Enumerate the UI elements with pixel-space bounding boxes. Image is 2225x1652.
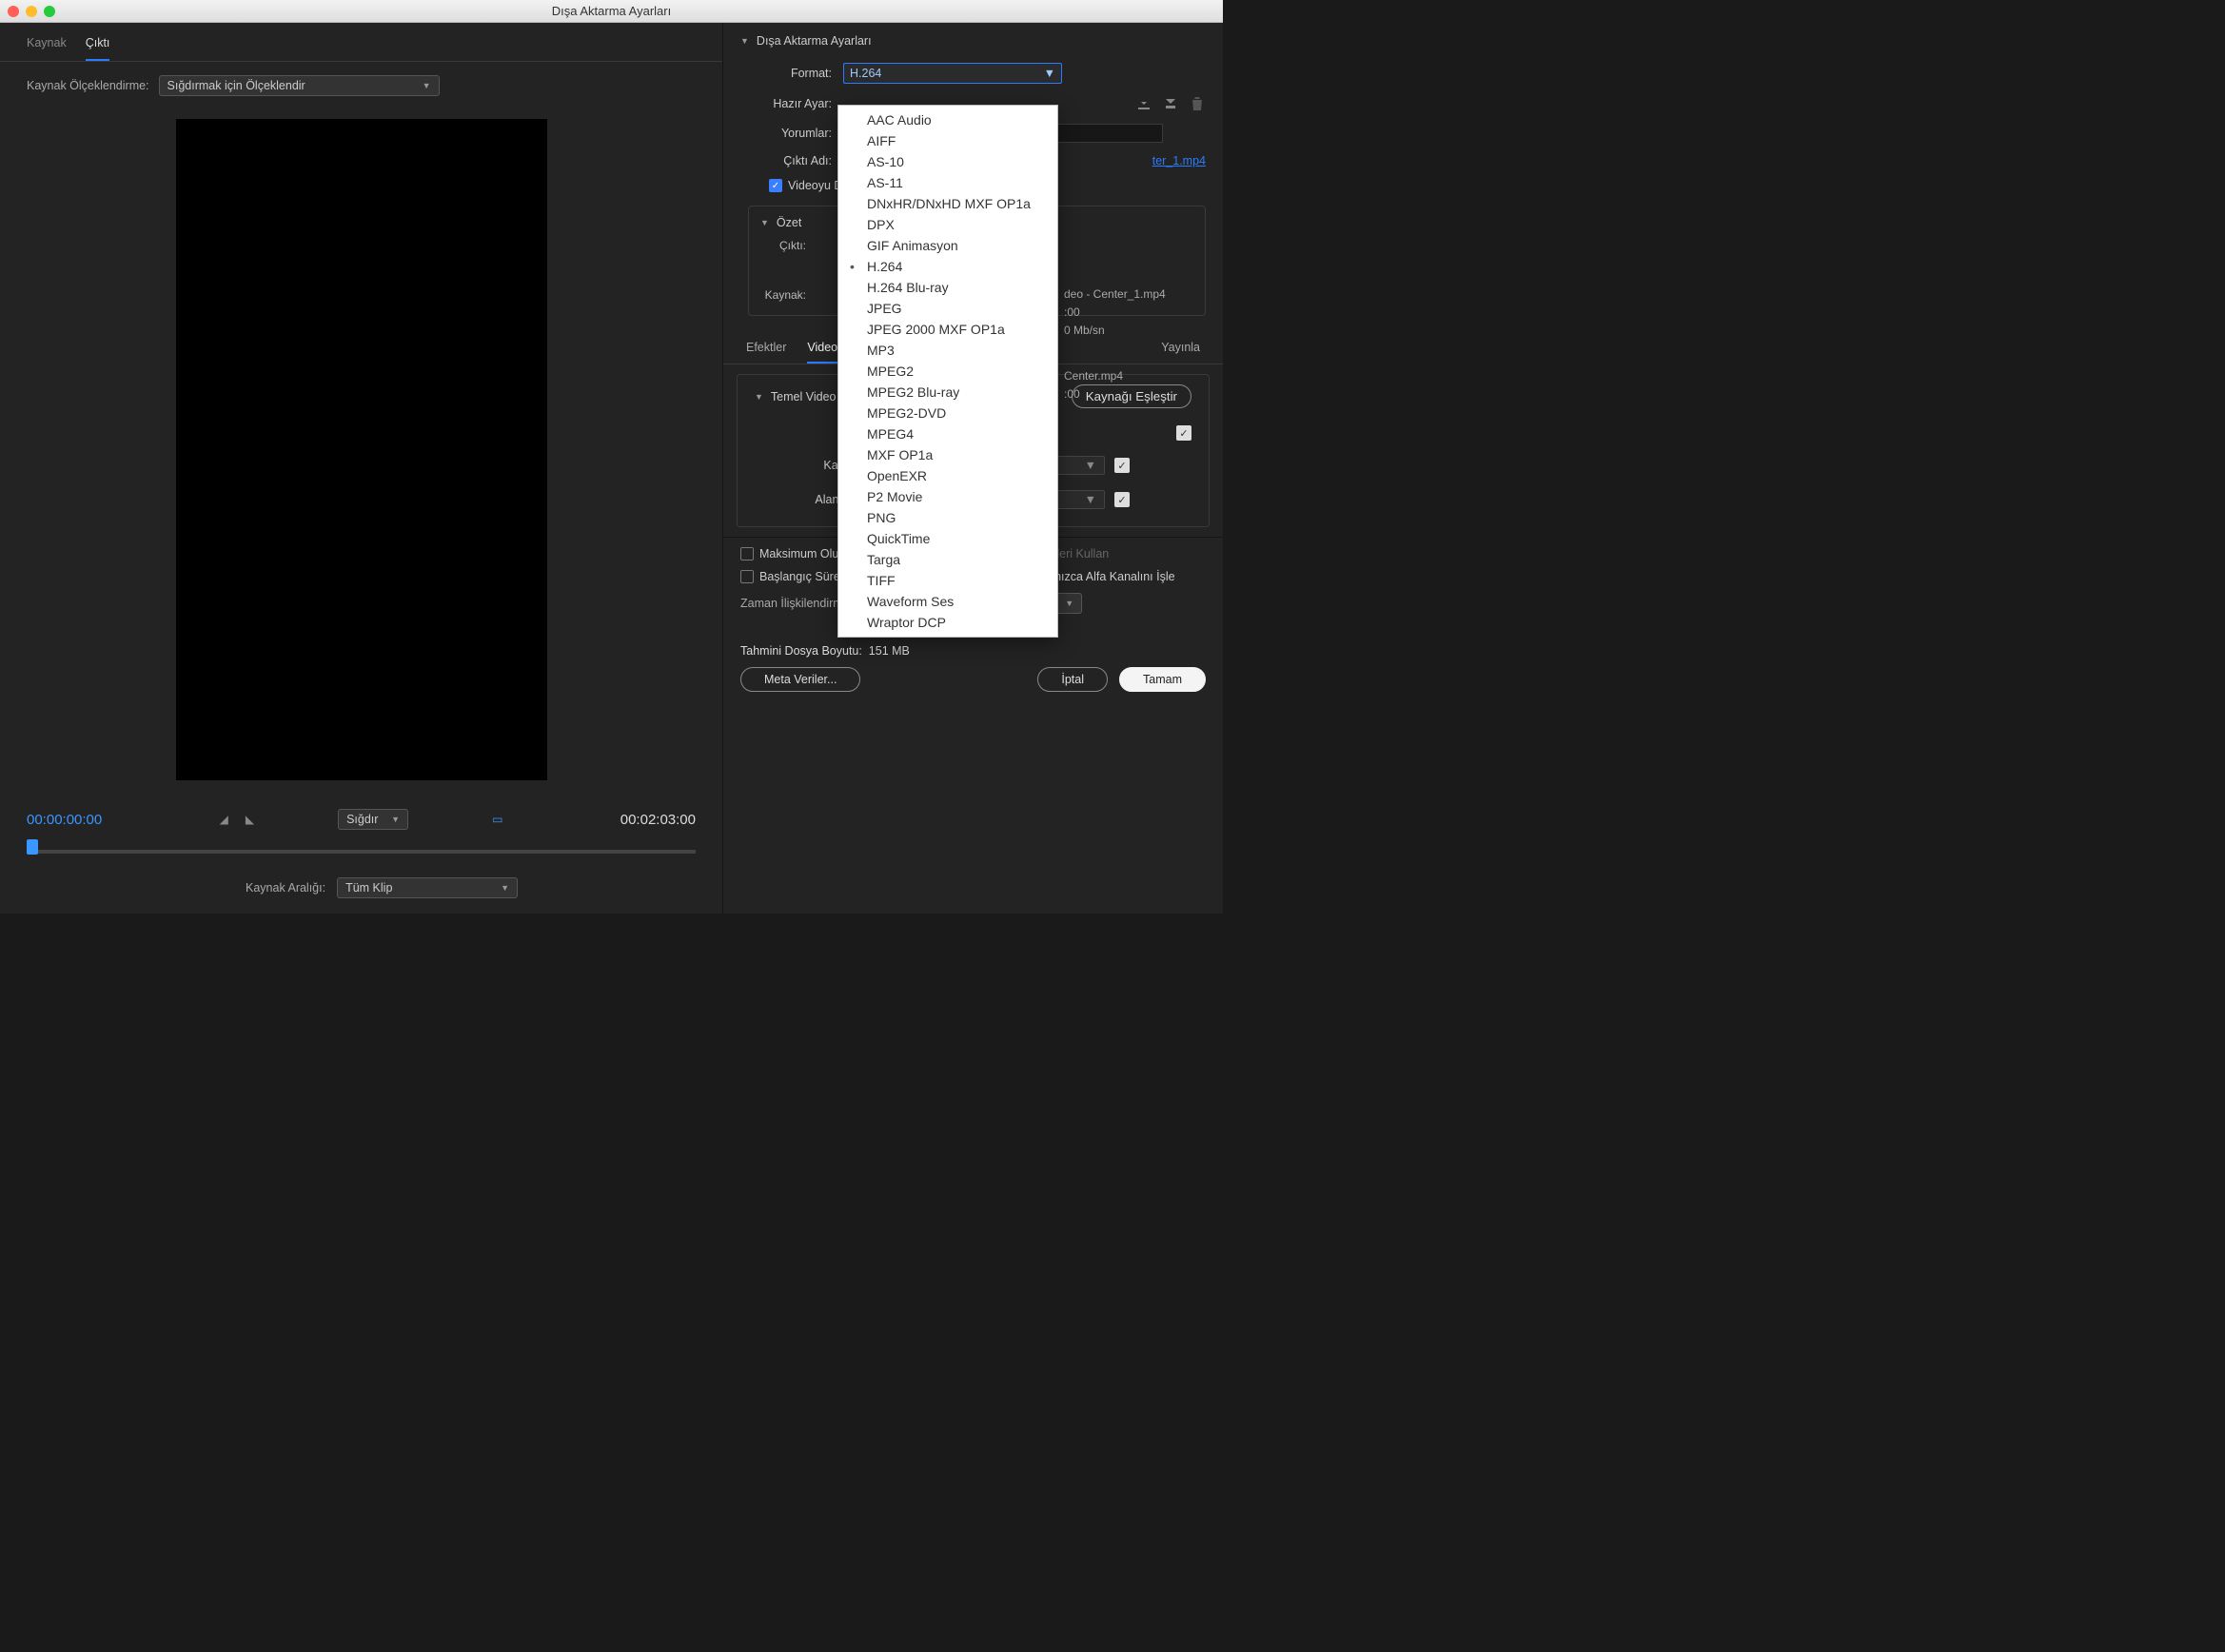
chevron-down-icon: ▼ — [391, 815, 400, 824]
chevron-down-icon: ▼ — [501, 883, 509, 893]
format-option[interactable]: Waveform Ses — [838, 591, 1057, 612]
chevron-down-icon: ▼ — [423, 81, 431, 90]
match-dim-check[interactable]: ✓ — [1176, 425, 1191, 441]
chevron-down-icon: ▼ — [1044, 67, 1055, 80]
aspect-overlay-icon[interactable]: ▭ — [492, 813, 502, 826]
format-option[interactable]: AS-10 — [838, 151, 1057, 172]
format-option[interactable]: MPEG2-DVD — [838, 403, 1057, 423]
metadata-button[interactable]: Meta Veriler... — [740, 667, 860, 692]
output-name-link[interactable]: ter_1.mp4 — [1152, 154, 1206, 167]
tc-out: 00:02:03:00 — [620, 812, 696, 828]
format-option[interactable]: DPX — [838, 214, 1057, 235]
summary-output-values: deo - Center_1.mp4:000 Mb/sn Center.mp4:… — [1064, 285, 1166, 403]
export-settings-header[interactable]: ▼ Dışa Aktarma Ayarları — [740, 34, 1206, 48]
titlebar: Dışa Aktarma Ayarları — [0, 0, 1223, 23]
format-option[interactable]: JPEG — [838, 298, 1057, 319]
chevron-down-icon: ▼ — [740, 36, 749, 46]
format-option[interactable]: TIFF — [838, 570, 1057, 591]
scaling-label: Kaynak Ölçeklendirme: — [27, 79, 149, 92]
cancel-button[interactable]: İptal — [1037, 667, 1108, 692]
basic-video-header[interactable]: ▼ Temel Video A — [755, 390, 847, 403]
format-option[interactable]: PNG — [838, 507, 1057, 528]
import-preset-icon[interactable] — [1162, 95, 1179, 112]
tab-source[interactable]: Kaynak — [27, 32, 67, 61]
scaling-dropdown[interactable]: Sığdırmak için Ölçeklendir ▼ — [159, 75, 440, 96]
format-option[interactable]: MPEG4 — [838, 423, 1057, 444]
save-preset-icon[interactable] — [1135, 95, 1152, 112]
filesize-value: 151 MB — [869, 644, 910, 658]
source-range-label: Kaynak Aralığı: — [246, 881, 325, 895]
fit-dropdown[interactable]: Sığdır ▼ — [338, 809, 408, 830]
format-option[interactable]: Wraptor DCP — [838, 612, 1057, 633]
format-option[interactable]: H.264 Blu-ray — [838, 277, 1057, 298]
chevron-down-icon: ▼ — [755, 392, 763, 402]
match-fps-check[interactable]: ✓ — [1114, 458, 1130, 473]
delete-preset-icon[interactable] — [1189, 95, 1206, 112]
format-option[interactable]: P2 Movie — [838, 486, 1057, 507]
preset-label: Hazır Ayar: — [740, 97, 843, 110]
chevron-down-icon: ▼ — [1065, 599, 1073, 608]
timeline[interactable] — [27, 839, 696, 860]
tab-video[interactable]: Video — [807, 335, 837, 364]
format-option[interactable]: AIFF — [838, 130, 1057, 151]
in-point-icon[interactable]: ◢ — [220, 813, 228, 826]
format-option[interactable]: AAC Audio — [838, 109, 1057, 130]
filesize-label: Tahmini Dosya Boyutu: — [740, 644, 862, 658]
source-range-dropdown[interactable]: Tüm Klip ▼ — [337, 877, 518, 898]
scaling-value: Sığdırmak için Ölçeklendir — [167, 79, 305, 92]
format-option[interactable]: AS-11 — [838, 172, 1057, 193]
preview-area — [0, 109, 722, 796]
summary-source-label: Kaynak: — [760, 288, 806, 302]
format-option[interactable]: H.264 — [838, 256, 1057, 277]
format-option[interactable]: MP3 — [838, 340, 1057, 361]
output-name-label: Çıktı Adı: — [740, 154, 843, 167]
format-option[interactable]: JPEG 2000 MXF OP1a — [838, 319, 1057, 340]
match-field-check[interactable]: ✓ — [1114, 492, 1130, 507]
source-range-value: Tüm Klip — [345, 881, 392, 895]
format-label: Format: — [740, 67, 843, 80]
format-option[interactable]: GIF Animasyon — [838, 235, 1057, 256]
format-option[interactable]: MXF OP1a — [838, 444, 1057, 465]
chevron-down-icon: ▼ — [760, 218, 769, 227]
tc-in[interactable]: 00:00:00:00 — [27, 812, 102, 828]
chevron-down-icon: ▼ — [1085, 459, 1096, 472]
fit-value: Sığdır — [346, 813, 378, 826]
format-option[interactable]: DNxHR/DNxHD MXF OP1a — [838, 193, 1057, 214]
format-option[interactable]: Targa — [838, 549, 1057, 570]
tab-output[interactable]: Çıktı — [86, 32, 110, 61]
format-dropdown[interactable]: H.264 ▼ — [843, 63, 1062, 84]
out-point-icon[interactable]: ◣ — [246, 813, 254, 826]
tab-publish[interactable]: Yayınla — [1161, 335, 1200, 364]
tab-effects[interactable]: Efektler — [746, 335, 786, 364]
ok-button[interactable]: Tamam — [1119, 667, 1206, 692]
video-preview[interactable] — [176, 119, 547, 780]
format-popup[interactable]: AAC AudioAIFFAS-10AS-11DNxHR/DNxHD MXF O… — [837, 105, 1058, 638]
comments-label: Yorumlar: — [740, 127, 843, 140]
playhead[interactable] — [27, 839, 38, 855]
chevron-down-icon: ▼ — [1085, 493, 1096, 506]
format-option[interactable]: QuickTime — [838, 528, 1057, 549]
format-value: H.264 — [850, 67, 881, 80]
summary-output-label: Çıktı: — [760, 239, 806, 252]
format-option[interactable]: OpenEXR — [838, 465, 1057, 486]
format-option[interactable]: MPEG2 — [838, 361, 1057, 382]
format-option[interactable]: MPEG2 Blu-ray — [838, 382, 1057, 403]
export-video-checkbox[interactable]: ✓ Videoyu D — [769, 179, 842, 192]
window-title: Dışa Aktarma Ayarları — [0, 4, 1223, 18]
